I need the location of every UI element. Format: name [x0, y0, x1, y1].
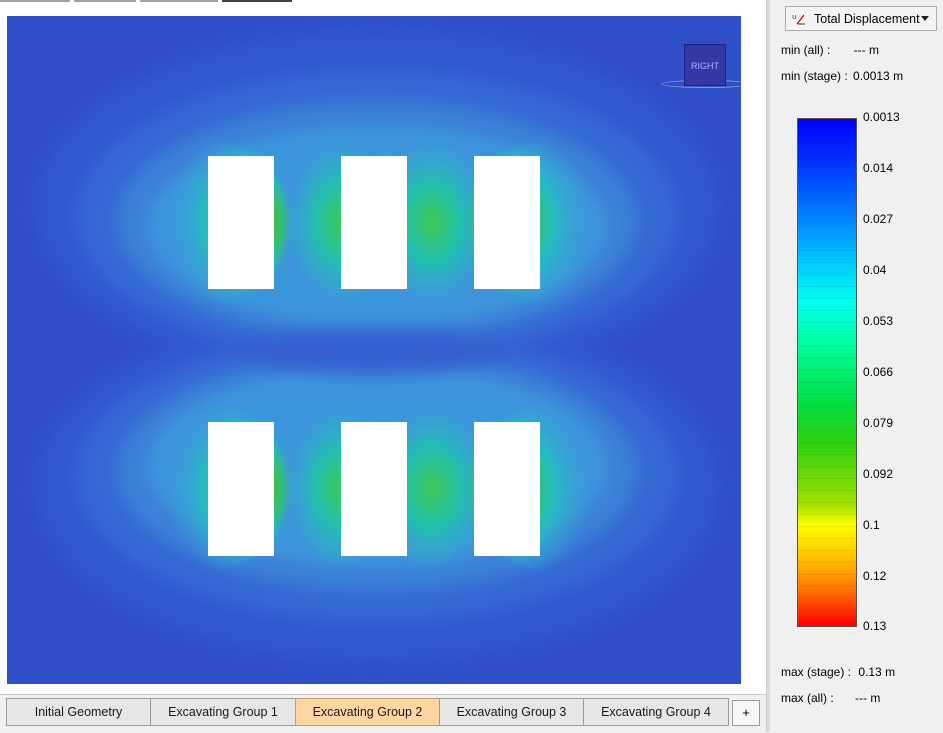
excavation-block	[208, 422, 274, 556]
legend-tick: 0.0013	[863, 110, 900, 124]
max-stage-row: max (stage) : 0.13 m	[781, 665, 895, 679]
legend-panel: u Total Displacement min (all) : --- m m…	[770, 0, 943, 732]
top-tab[interactable]	[140, 0, 218, 2]
legend-tick: 0.079	[863, 416, 894, 430]
min-stage-row: min (stage) : 0.0013 m	[781, 69, 903, 83]
max-all-value: --- m	[855, 691, 881, 705]
tab-excavating-group-2[interactable]: Excavating Group 2	[295, 698, 440, 726]
result-type-dropdown[interactable]: u Total Displacement	[785, 6, 937, 31]
max-all-row: max (all) : --- m	[781, 691, 880, 705]
displacement-contour-plot	[7, 16, 741, 684]
tab-excavating-group-4[interactable]: Excavating Group 4	[583, 698, 729, 726]
legend-tick: 0.092	[863, 467, 894, 481]
legend-tick: 0.1	[863, 518, 880, 532]
legend-tick: 0.014	[863, 161, 894, 175]
legend-tick: 0.12	[863, 569, 887, 583]
top-tab[interactable]	[0, 0, 70, 2]
tab-excavating-group-3[interactable]: Excavating Group 3	[439, 698, 584, 726]
min-all-label: min (all) :	[781, 43, 831, 57]
excavation-block	[474, 156, 540, 289]
top-tab-active[interactable]	[222, 0, 292, 2]
excavation-block	[341, 156, 407, 289]
min-stage-label: min (stage) :	[781, 69, 848, 83]
legend-tick: 0.066	[863, 365, 894, 379]
legend-tick: 0.04	[863, 263, 887, 277]
excavation-block	[208, 156, 274, 289]
contour-viewport[interactable]: RIGHT	[7, 16, 741, 684]
color-legend-bar	[797, 118, 857, 627]
max-all-label: max (all) :	[781, 691, 834, 705]
viewport-frame: RIGHT	[0, 6, 767, 694]
legend-tick: 0.13	[863, 619, 887, 633]
displacement-icon: u	[792, 12, 806, 26]
stage-tab-bar: Initial Geometry Excavating Group 1 Exca…	[0, 694, 766, 733]
result-type-label: Total Displacement	[814, 12, 920, 26]
tab-initial-geometry[interactable]: Initial Geometry	[6, 698, 151, 726]
view-cube[interactable]: RIGHT	[684, 44, 726, 86]
svg-text:u: u	[792, 13, 796, 21]
add-stage-button[interactable]: +	[732, 700, 760, 726]
excavation-block	[474, 422, 540, 556]
legend-tick: 0.053	[863, 314, 894, 328]
excavation-block	[341, 422, 407, 556]
chevron-down-icon	[921, 16, 929, 21]
top-tab[interactable]	[74, 0, 136, 2]
max-stage-value: 0.13 m	[858, 665, 896, 679]
legend-tick: 0.027	[863, 212, 894, 226]
min-all-row: min (all) : --- m	[781, 43, 879, 57]
max-stage-label: max (stage) :	[781, 665, 852, 679]
tab-excavating-group-1[interactable]: Excavating Group 1	[150, 698, 296, 726]
min-stage-value: 0.0013 m	[853, 69, 904, 83]
min-all-value: --- m	[853, 43, 880, 57]
